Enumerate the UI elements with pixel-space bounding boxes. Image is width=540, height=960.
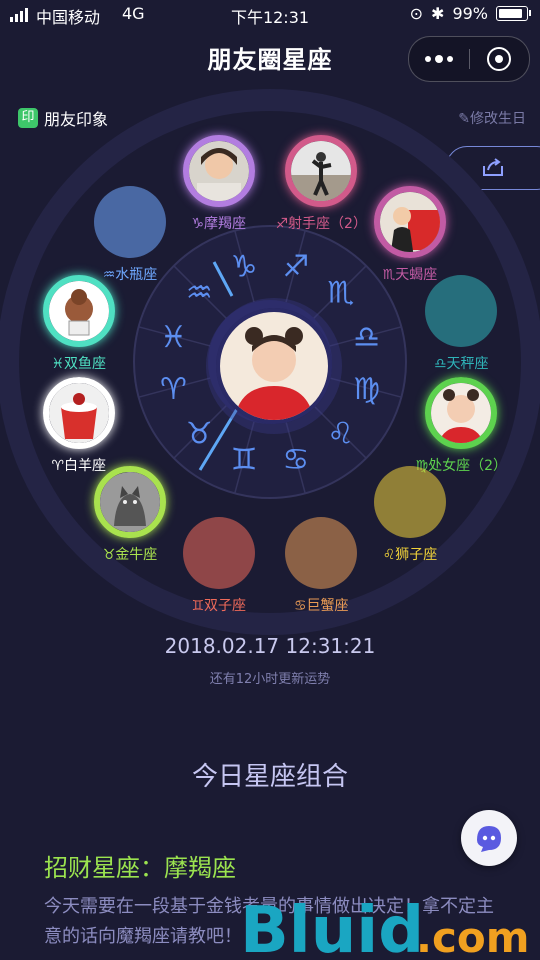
zodiac-glyph: ♓ — [160, 320, 187, 355]
sign-taurus[interactable]: ♉金牛座 — [93, 466, 167, 564]
watermark-logo: Bluid .com — [240, 894, 529, 960]
friend-photo — [380, 191, 440, 252]
sign-label: ♎天秤座 — [433, 355, 489, 372]
sign-pisces[interactable]: ♓双鱼座 — [42, 274, 116, 373]
friend-photo — [99, 472, 160, 532]
current-datetime: 2018.02.17 12:31:21 — [164, 634, 376, 658]
sign-capricorn[interactable]: ♑摩羯座 — [182, 134, 256, 233]
sign-aquarius[interactable]: ♒水瓶座 — [93, 185, 167, 284]
sign-label: ♈白羊座 — [51, 458, 107, 475]
friend-avatar — [42, 274, 115, 347]
sign-label: ♉金牛座 — [102, 547, 158, 563]
update-countdown: 还有12小时更新运势 — [209, 672, 331, 687]
friend-avatar — [182, 134, 255, 207]
zodiac-glyph: ♐ — [282, 249, 309, 284]
wheel-background: ♑ ♐♏♎♍♌♋♊♉♈♓♒ — [0, 89, 540, 635]
zodiac-glyph: ♉ — [186, 417, 213, 452]
svg-text:Bluid: Bluid — [240, 894, 424, 960]
friend-photo — [291, 140, 352, 201]
sign-virgo[interactable]: ♍处女座（2） — [416, 377, 507, 475]
sign-scorpio[interactable]: ♏天蝎座 — [373, 185, 447, 284]
fortune-title: 招财星座：摩羯座 — [44, 854, 236, 882]
friend-avatar — [93, 466, 166, 538]
friend-photo — [188, 140, 249, 201]
sign-disc — [93, 185, 166, 258]
zodiac-glyph: ♋ — [282, 443, 309, 478]
chat-bubble-icon — [477, 826, 501, 852]
friend-avatar — [425, 377, 498, 450]
sign-label: ♊双子座 — [191, 598, 247, 615]
sign-disc — [285, 517, 358, 590]
zodiac-glyph: ♊ — [231, 443, 258, 478]
friend-avatar — [42, 377, 115, 450]
sign-label: ♌狮子座 — [382, 547, 438, 563]
zodiac-glyph: ♎ — [353, 320, 380, 355]
friend-avatar — [374, 185, 446, 258]
zodiac-wheel: ♑ ♐ ♏ ♎ ♍ ♌ ♋ ♊ ♉ ♈ ♓ ♒ ♑摩羯座 ♐射手座（2） ♏天蝎座 ♎天秤座 ♍处女座（2） ♌… — [0, 0, 540, 960]
friend-photo — [48, 280, 109, 341]
sign-label: ♓双鱼座 — [51, 355, 107, 372]
friend-avatar — [285, 134, 358, 207]
friend-photo — [431, 383, 492, 444]
zodiac-glyph: ♌ — [327, 417, 354, 452]
sign-aries[interactable]: ♈白羊座 — [42, 377, 116, 475]
user-avatar[interactable] — [216, 308, 332, 424]
sign-disc — [425, 274, 498, 347]
section-title: 今日星座组合 — [191, 762, 348, 792]
zodiac-glyph: ♍ — [353, 372, 380, 407]
zodiac-glyph: ♑ — [231, 249, 258, 284]
friend-photo — [48, 383, 109, 444]
sign-label: ♒水瓶座 — [102, 266, 158, 283]
sign-leo[interactable]: ♌狮子座 — [373, 466, 447, 564]
user-photo — [220, 312, 328, 420]
svg-text:.com: .com — [416, 913, 529, 960]
sign-label: ♐射手座（2） — [275, 215, 367, 232]
sign-gemini[interactable]: ♊双子座 — [182, 517, 256, 615]
sign-cancer[interactable]: ♋巨蟹座 — [284, 517, 358, 615]
sign-disc — [374, 466, 446, 538]
sign-libra[interactable]: ♎天秤座 — [424, 274, 498, 373]
zodiac-glyph: ♈ — [160, 372, 187, 407]
sign-sagittarius[interactable]: ♐射手座（2） — [276, 134, 367, 233]
chat-button[interactable] — [461, 810, 517, 866]
